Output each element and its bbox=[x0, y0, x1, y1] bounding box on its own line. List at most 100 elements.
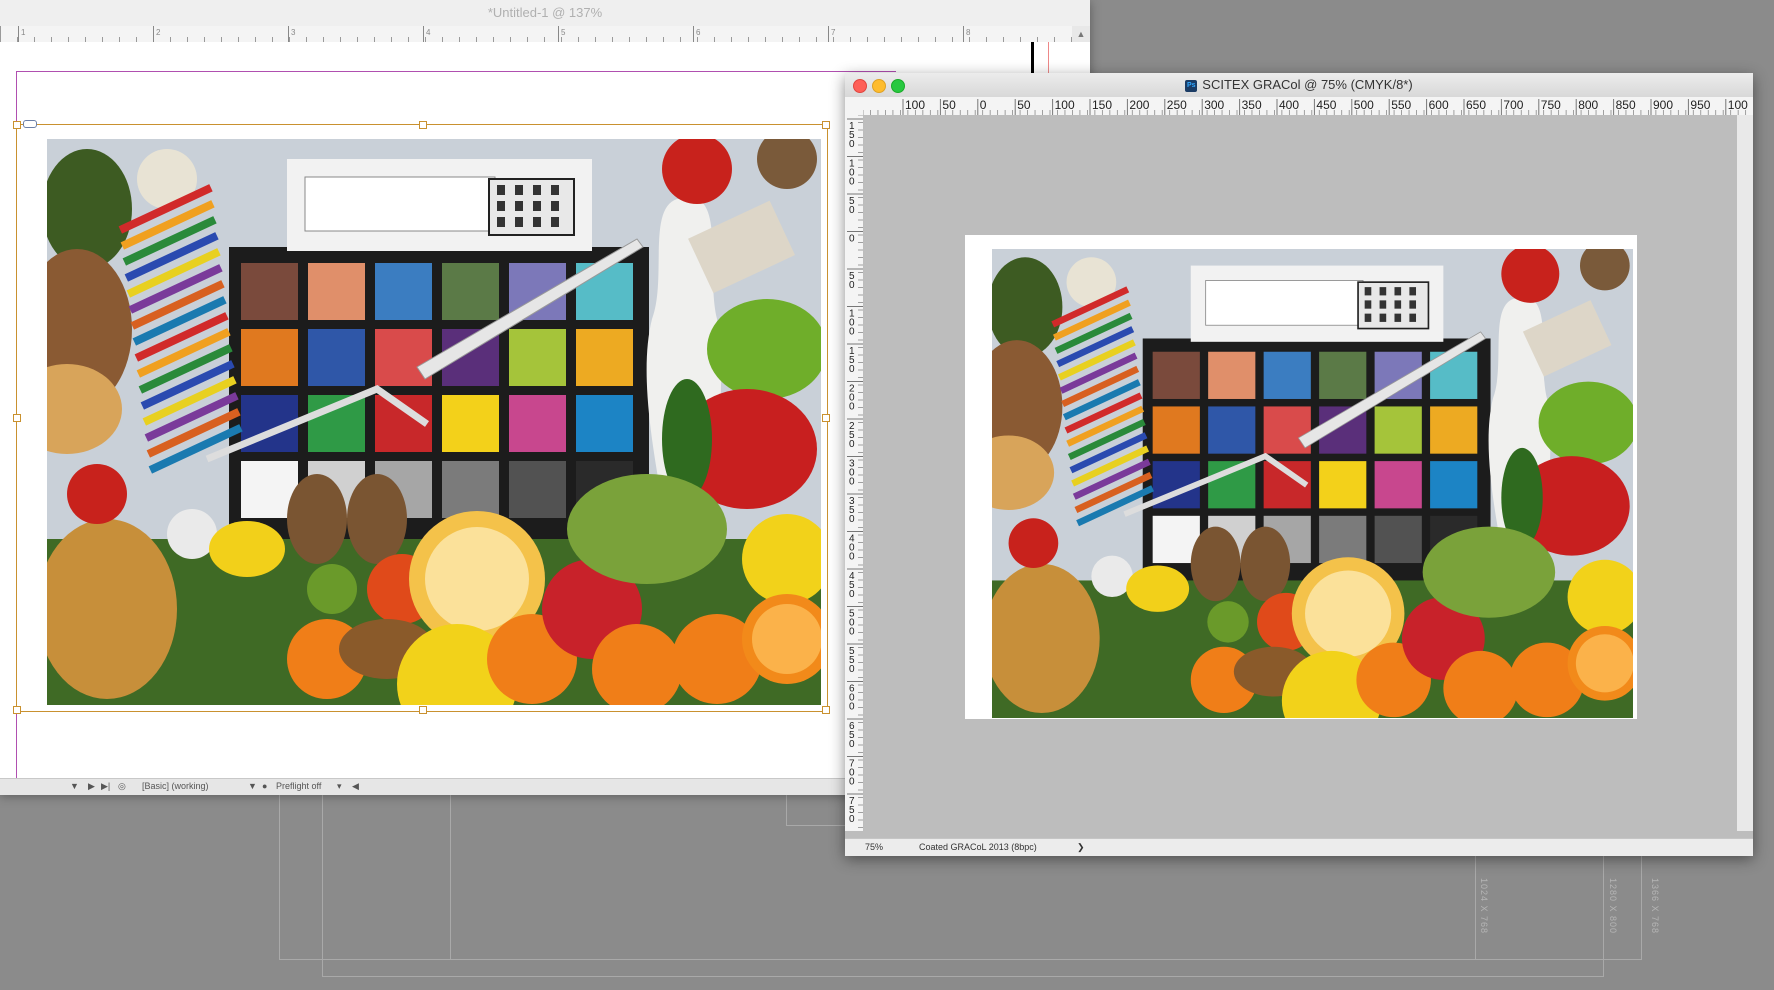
handle-bottom-mid[interactable] bbox=[419, 706, 427, 714]
ruler-number: 1 bbox=[21, 28, 26, 37]
ps-vruler-label: 0 bbox=[849, 364, 855, 375]
ps-ruler-label: 650 bbox=[1466, 98, 1486, 112]
colorchecker-swatch bbox=[1263, 351, 1311, 399]
workspace-dropdown-icon[interactable]: ▼ bbox=[248, 781, 257, 791]
ps-ruler-label: 450 bbox=[1316, 98, 1336, 112]
ps-ruler-label: 300 bbox=[1204, 98, 1224, 112]
zoom-level[interactable]: 75% bbox=[865, 842, 883, 852]
ruler-number: 5 bbox=[561, 28, 566, 37]
ps-ruler-label: 250 bbox=[1167, 98, 1187, 112]
colorchecker-swatch bbox=[1374, 515, 1422, 564]
colorchecker-swatch bbox=[1430, 406, 1478, 454]
ps-ruler-label: 50 bbox=[942, 98, 956, 112]
colorchecker-swatch bbox=[1208, 351, 1256, 399]
handle-top-left[interactable] bbox=[13, 121, 21, 129]
ps-vruler-label: 0 bbox=[849, 514, 855, 525]
ps-ruler-label: 550 bbox=[1391, 98, 1411, 112]
indesign-window-title[interactable]: *Untitled-1 @ 137% bbox=[0, 0, 1090, 26]
colorchecker-swatch bbox=[1152, 351, 1200, 399]
colorchecker-swatch bbox=[1319, 461, 1367, 509]
ruler-number: 3 bbox=[291, 28, 296, 37]
ps-vruler-label: 0 bbox=[849, 327, 855, 338]
ps-vruler-label: 0 bbox=[849, 234, 855, 245]
ps-hruler-ticks: 100 50 0 50 100 150 200 250 300 350 400 450 500 550 60… bbox=[863, 98, 1748, 115]
ruler-number: 6 bbox=[696, 28, 701, 37]
ps-vruler-label: 0 bbox=[849, 702, 855, 713]
indesign-ruler-ticks: 123456780 bbox=[0, 26, 1072, 42]
ps-ruler-label: 500 bbox=[1354, 98, 1374, 112]
handle-bottom-left[interactable] bbox=[13, 706, 21, 714]
photoshop-window-title: SCITEX GRACol @ 75% (CMYK/8*) bbox=[1202, 77, 1413, 92]
ps-ruler-label: 800 bbox=[1578, 98, 1598, 112]
handle-mid-left[interactable] bbox=[13, 414, 21, 422]
colorchecker-swatch bbox=[1430, 461, 1478, 509]
preflight-label[interactable]: Preflight off bbox=[276, 781, 321, 791]
photoshop-horizontal-ruler[interactable]: 100 50 0 50 100 150 200 250 300 350 400 450 500 550 60… bbox=[863, 97, 1753, 116]
ps-vruler-label: 0 bbox=[849, 589, 855, 600]
ps-vruler-label: 0 bbox=[849, 777, 855, 788]
preflight-status-icon: ● bbox=[262, 781, 268, 791]
page-next-icon[interactable]: ▶ bbox=[88, 781, 95, 792]
ps-ruler-label: 600 bbox=[1429, 98, 1449, 112]
ps-vruler-label: 0 bbox=[849, 552, 855, 563]
photoshop-document-window: Ps SCITEX GRACol @ 75% (CMYK/8*) 100 50 0 50… bbox=[845, 73, 1753, 856]
ruler-number: 2 bbox=[156, 28, 161, 37]
ps-vruler-label: 0 bbox=[849, 205, 855, 216]
ps-ruler-label: 950 bbox=[1690, 98, 1710, 112]
minimize-button[interactable] bbox=[872, 79, 886, 93]
document-profile: Coated GRACoL 2013 (8bpc) bbox=[919, 842, 1037, 852]
colorchecker-swatch bbox=[1374, 461, 1422, 509]
colorchecker-swatch bbox=[1319, 515, 1367, 564]
ps-ruler-label: 900 bbox=[1653, 98, 1673, 112]
status-menu-arrow-icon[interactable]: ❯ bbox=[1077, 842, 1085, 853]
vertical-scrollbar[interactable] bbox=[1737, 115, 1753, 831]
ps-vruler-label: 0 bbox=[849, 402, 855, 413]
page-prev-icon[interactable]: ▼ bbox=[70, 781, 79, 791]
handle-top-mid[interactable] bbox=[419, 121, 427, 129]
ps-vruler-label: 0 bbox=[849, 177, 855, 188]
indesign-horizontal-ruler[interactable]: 123456780 bbox=[0, 26, 1072, 43]
guide-label-1366: 1366 X 768 bbox=[1650, 878, 1660, 935]
handle-top-right[interactable] bbox=[822, 121, 830, 129]
ps-vruler-label: 0 bbox=[849, 627, 855, 638]
scroll-up-icon[interactable]: ▲ bbox=[1072, 26, 1090, 42]
image-frame-selection[interactable] bbox=[13, 120, 830, 714]
page-last-icon[interactable]: ▶| bbox=[101, 781, 110, 792]
close-button[interactable] bbox=[853, 79, 867, 93]
ruler-number: 7 bbox=[831, 28, 836, 37]
handle-bottom-right[interactable] bbox=[822, 706, 830, 714]
zoom-button[interactable] bbox=[891, 79, 905, 93]
preflight-menu-icon[interactable]: ▾ bbox=[337, 781, 342, 792]
colorchecker-swatch bbox=[1374, 406, 1422, 454]
ps-ruler-label: 850 bbox=[1616, 98, 1636, 112]
colorchecker-swatch bbox=[1319, 351, 1367, 399]
page-edge bbox=[1031, 42, 1034, 74]
ruler-origin[interactable] bbox=[845, 97, 864, 116]
open-page-icon[interactable]: ◎ bbox=[118, 781, 126, 792]
photoshop-image[interactable] bbox=[992, 249, 1633, 718]
guide-label-1280: 1280 X 800 bbox=[1608, 878, 1618, 935]
photoshop-status-bar: 75% Coated GRACoL 2013 (8bpc) ❯ bbox=[845, 838, 1753, 856]
guide-label-1024: 1024 X 768 bbox=[1479, 878, 1489, 935]
workspace-label[interactable]: [Basic] (working) bbox=[142, 781, 209, 791]
margin-guide-top bbox=[16, 71, 896, 72]
handle-mid-right[interactable] bbox=[822, 414, 830, 422]
colorchecker-swatch bbox=[1152, 406, 1200, 454]
ps-vruler-label: 0 bbox=[849, 477, 855, 488]
ps-ruler-label: 700 bbox=[1503, 98, 1523, 112]
ruler-number: 4 bbox=[426, 28, 431, 37]
ps-ruler-label: 100 bbox=[1728, 98, 1748, 112]
ps-vruler-ticks: 1501005005010015020025030035040045050055… bbox=[847, 115, 863, 828]
photoshop-file-icon: Ps bbox=[1185, 79, 1198, 92]
photoshop-vertical-ruler[interactable]: 1501005005010015020025030035040045050055… bbox=[845, 115, 864, 831]
ps-ruler-label: 50 bbox=[1017, 98, 1031, 112]
link-icon[interactable] bbox=[23, 120, 37, 128]
ps-vruler-label: 0 bbox=[849, 280, 855, 291]
scroll-left-icon[interactable]: ◀ bbox=[352, 781, 359, 792]
ps-ruler-label: 750 bbox=[1541, 98, 1561, 112]
ps-vruler-label: 0 bbox=[849, 739, 855, 750]
bleed-guide bbox=[1048, 42, 1049, 74]
screen-guide-inner bbox=[786, 790, 848, 826]
photoshop-title-bar[interactable]: Ps SCITEX GRACol @ 75% (CMYK/8*) bbox=[845, 73, 1753, 98]
ps-vruler-label: 0 bbox=[849, 439, 855, 450]
